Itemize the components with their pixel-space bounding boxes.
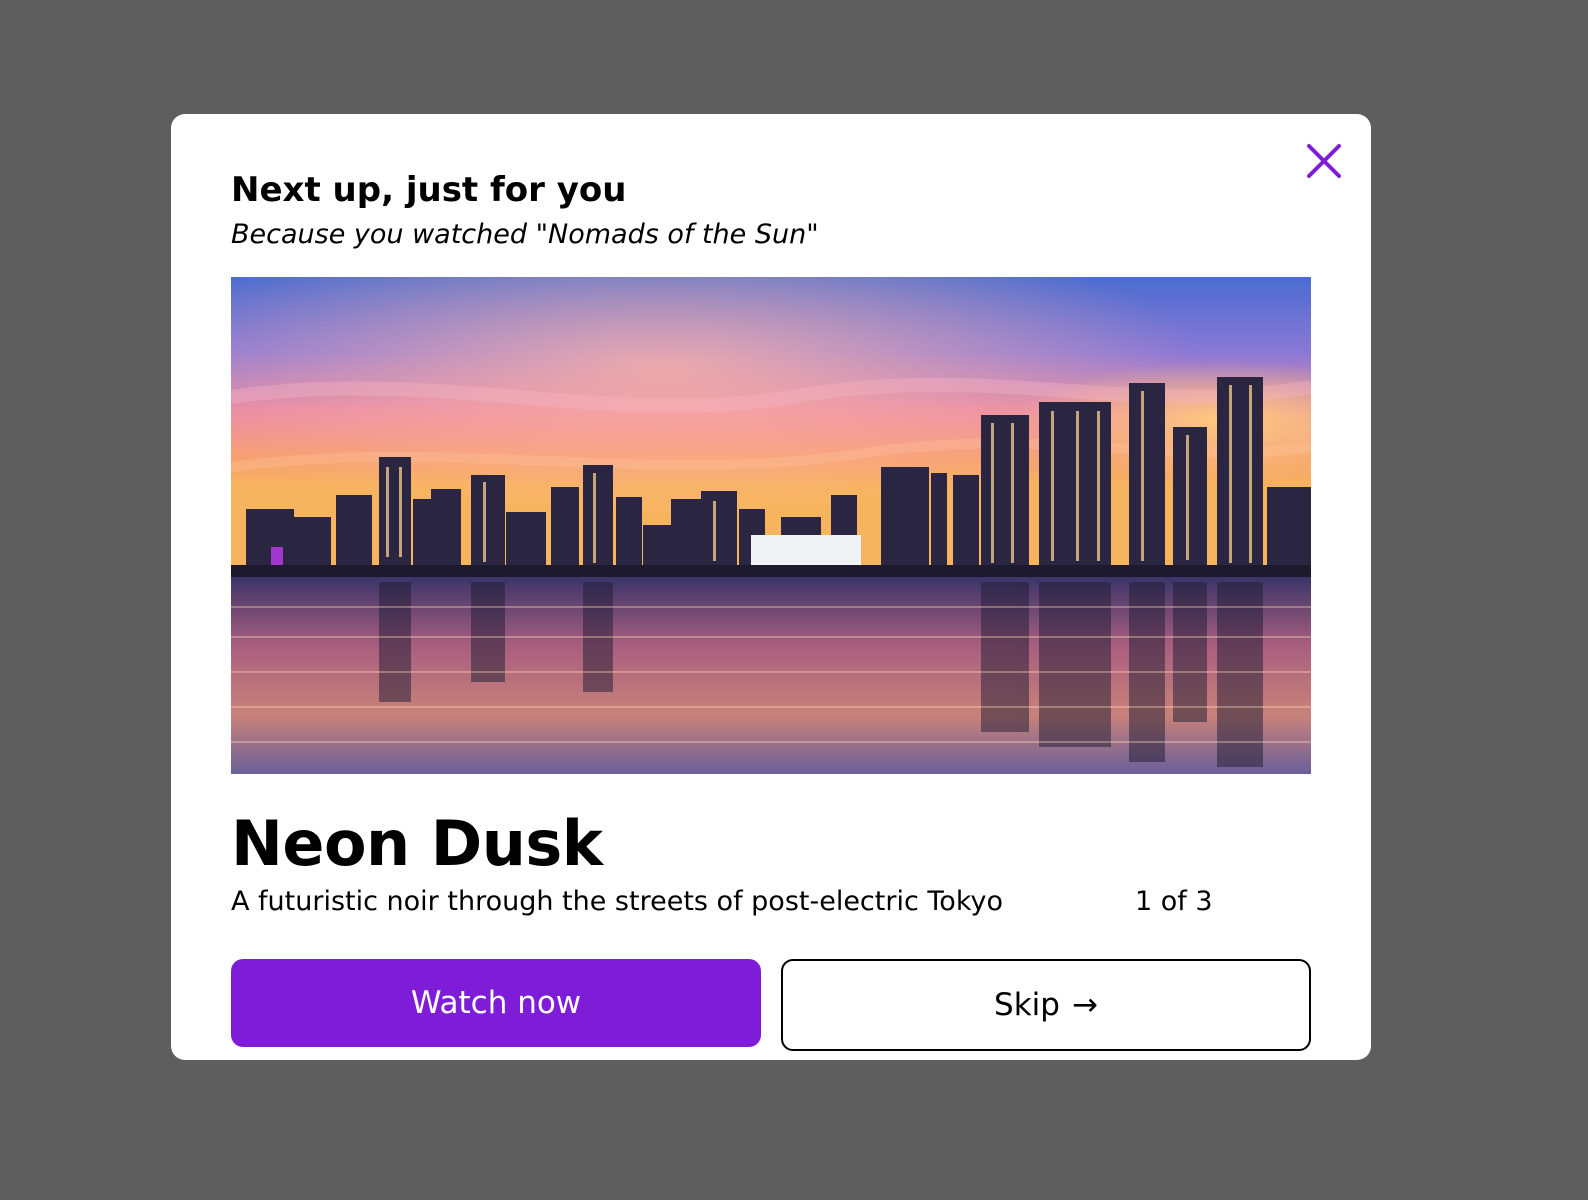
dialog-heading: Next up, just for you	[231, 170, 627, 210]
recommendation-description: A futuristic noir through the streets of…	[231, 886, 1003, 917]
close-icon	[1307, 144, 1341, 178]
close-button[interactable]	[1303, 140, 1345, 182]
queue-position: 1 of 3	[1135, 886, 1213, 917]
skip-label: Skip	[994, 987, 1060, 1023]
watch-now-button[interactable]: Watch now	[231, 959, 761, 1047]
recommendation-title: Neon Dusk	[231, 807, 603, 880]
recommendation-dialog: Next up, just for you Because you watche…	[171, 114, 1371, 1060]
skip-button[interactable]: Skip →	[781, 959, 1311, 1051]
arrow-right-icon: →	[1071, 987, 1098, 1023]
recommendation-reason: Because you watched "Nomads of the Sun"	[231, 219, 819, 250]
watch-now-label: Watch now	[410, 985, 582, 1021]
poster-image	[231, 277, 1311, 774]
